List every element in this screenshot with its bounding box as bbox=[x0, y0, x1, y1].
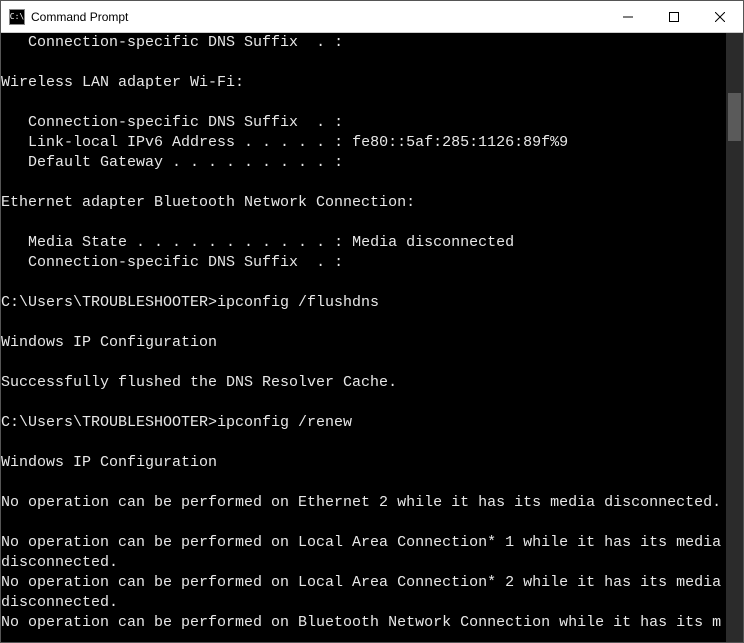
minimize-button[interactable] bbox=[605, 1, 651, 33]
console-area: Connection-specific DNS Suffix . : Wirel… bbox=[1, 33, 743, 642]
maximize-button[interactable] bbox=[651, 1, 697, 33]
console-output[interactable]: Connection-specific DNS Suffix . : Wirel… bbox=[1, 33, 726, 642]
window-title: Command Prompt bbox=[31, 10, 128, 24]
scrollbar-thumb[interactable] bbox=[728, 93, 741, 141]
scrollbar-track[interactable] bbox=[726, 33, 743, 642]
close-button[interactable] bbox=[697, 1, 743, 33]
titlebar: C:\ Command Prompt bbox=[1, 1, 743, 33]
cmd-icon: C:\ bbox=[9, 9, 25, 25]
